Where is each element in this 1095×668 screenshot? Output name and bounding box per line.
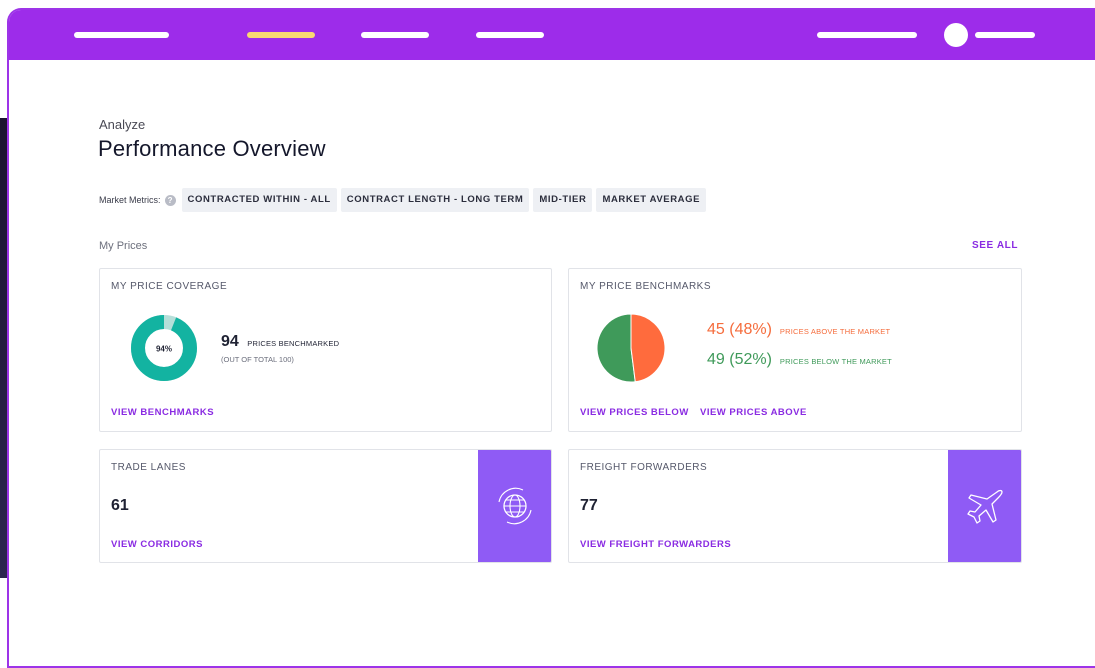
pie-slice-below bbox=[596, 313, 636, 383]
coverage-count-value: 94 bbox=[221, 333, 239, 350]
card-title: FREIGHT FORWARDERS bbox=[580, 462, 708, 473]
view-prices-below-link[interactable]: VIEW PRICES BELOW bbox=[580, 407, 689, 418]
nav-item-placeholder[interactable] bbox=[74, 32, 169, 38]
card-title: TRADE LANES bbox=[111, 462, 186, 473]
metric-chip[interactable]: CONTRACTED WITHIN - ALL bbox=[181, 188, 337, 212]
account-menu-placeholder[interactable] bbox=[817, 32, 917, 38]
coverage-count-label: PRICES BENCHMARKED bbox=[247, 339, 340, 348]
section-label: My Prices bbox=[99, 240, 148, 252]
freight-forwarders-card: FREIGHT FORWARDERS 77 VIEW FREIGHT FORWA… bbox=[568, 449, 1022, 563]
coverage-donut-chart: 94% bbox=[130, 314, 198, 382]
coverage-note: (OUT OF TOTAL 100) bbox=[221, 355, 294, 364]
user-name-placeholder[interactable] bbox=[975, 32, 1035, 38]
above-market-row: 45 (48%) PRICES ABOVE THE MARKET bbox=[707, 321, 890, 339]
market-metrics-bar: Market Metrics: ? CONTRACTED WITHIN - AL… bbox=[99, 188, 710, 212]
above-market-value: 45 (48%) bbox=[707, 321, 772, 338]
above-market-label: PRICES ABOVE THE MARKET bbox=[779, 327, 891, 336]
metric-chip[interactable]: CONTRACT LENGTH - LONG TERM bbox=[340, 188, 530, 212]
help-circle-icon[interactable]: ? bbox=[164, 194, 176, 206]
metric-chip[interactable]: MARKET AVERAGE bbox=[596, 188, 707, 212]
nav-item-active-placeholder[interactable] bbox=[247, 32, 315, 38]
donut-percent-label: 94% bbox=[156, 345, 172, 354]
metric-chip[interactable]: MID-TIER bbox=[533, 188, 593, 212]
benchmarks-pie-chart bbox=[596, 313, 666, 383]
nav-item-placeholder[interactable] bbox=[476, 32, 544, 38]
breadcrumb: Analyze bbox=[99, 117, 146, 132]
forwarders-count: 77 bbox=[580, 497, 598, 514]
top-navigation-bar bbox=[9, 10, 1095, 60]
trade-lanes-icon-panel bbox=[478, 450, 551, 562]
app-window: Analyze Performance Overview Market Metr… bbox=[7, 8, 1095, 668]
below-market-value: 49 (52%) bbox=[707, 351, 772, 368]
avatar[interactable] bbox=[944, 23, 968, 47]
view-corridors-link[interactable]: VIEW CORRIDORS bbox=[111, 539, 203, 550]
below-market-row: 49 (52%) PRICES BELOW THE MARKET bbox=[707, 351, 892, 369]
airplane-icon bbox=[966, 489, 1003, 524]
market-metrics-label: Market Metrics: bbox=[99, 195, 161, 205]
below-market-label: PRICES BELOW THE MARKET bbox=[779, 357, 892, 366]
page-title: Performance Overview bbox=[98, 136, 326, 161]
nav-item-placeholder[interactable] bbox=[361, 32, 429, 38]
price-coverage-card: MY PRICE COVERAGE 94% 94 PRICES BENCHMAR… bbox=[99, 268, 552, 432]
price-benchmarks-card: MY PRICE BENCHMARKS 45 (48%) PRICES ABOV… bbox=[568, 268, 1022, 432]
trade-lanes-card: TRADE LANES 61 VIEW CORRIDORS bbox=[99, 449, 552, 563]
globe-icon bbox=[497, 487, 532, 525]
trade-lanes-count: 61 bbox=[111, 497, 129, 514]
card-title: MY PRICE BENCHMARKS bbox=[580, 281, 712, 292]
view-benchmarks-link[interactable]: VIEW BENCHMARKS bbox=[111, 407, 214, 418]
see-all-link[interactable]: SEE ALL bbox=[972, 240, 1018, 251]
coverage-count: 94 PRICES BENCHMARKED bbox=[221, 333, 339, 351]
card-title: MY PRICE COVERAGE bbox=[111, 281, 228, 292]
view-prices-above-link[interactable]: VIEW PRICES ABOVE bbox=[700, 407, 807, 418]
pie-slice-above bbox=[630, 313, 666, 383]
forwarders-icon-panel bbox=[948, 450, 1021, 562]
view-freight-forwarders-link[interactable]: VIEW FREIGHT FORWARDERS bbox=[580, 539, 731, 550]
